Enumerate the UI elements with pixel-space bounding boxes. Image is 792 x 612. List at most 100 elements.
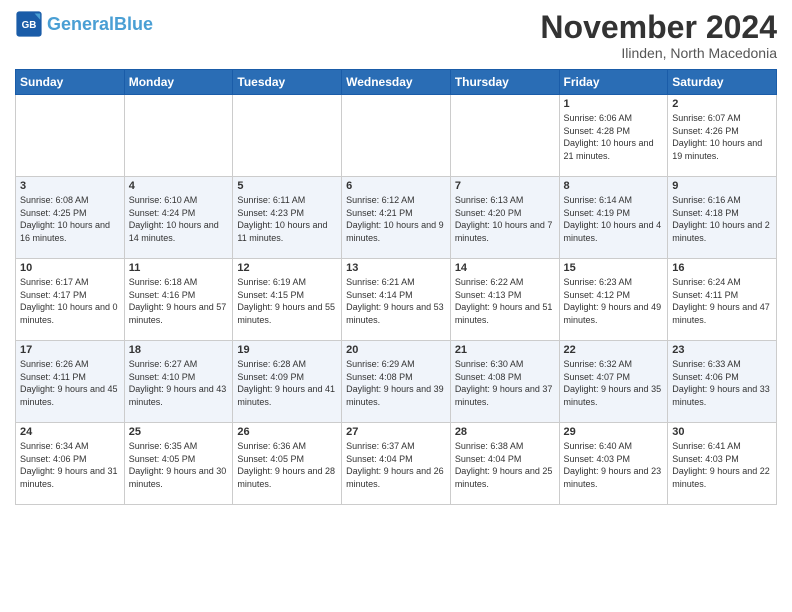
table-row: 9 Sunrise: 6:16 AMSunset: 4:18 PMDaylight… — [668, 177, 777, 259]
day-number: 3 — [20, 180, 120, 192]
day-number: 26 — [237, 426, 337, 438]
header: GB GeneralBlue November 2024 Ilinden, No… — [15, 10, 777, 61]
table-row: 4 Sunrise: 6:10 AMSunset: 4:24 PMDaylight… — [124, 177, 233, 259]
day-number: 10 — [20, 262, 120, 274]
table-row: 27Sunrise: 6:37 AMSunset: 4:04 PMDayligh… — [342, 423, 451, 505]
day-info: Sunrise: 6:37 AMSunset: 4:04 PMDaylight:… — [346, 440, 446, 490]
day-number: 6 — [346, 180, 446, 192]
day-number: 4 — [129, 180, 229, 192]
day-info: Sunrise: 6:08 AMSunset: 4:25 PMDaylight:… — [20, 194, 120, 244]
table-row: 11 Sunrise: 6:18 AMSunset: 4:16 PMDayligh… — [124, 259, 233, 341]
day-number: 23 — [672, 344, 772, 356]
day-number: 11 — [129, 262, 229, 274]
day-info: Sunrise: 6:19 AMSunset: 4:15 PMDaylight:… — [237, 276, 337, 326]
logo-blue: Blue — [114, 14, 153, 34]
table-row: 7Sunrise: 6:13 AMSunset: 4:20 PMDaylight… — [450, 177, 559, 259]
day-info: Sunrise: 6:26 AMSunset: 4:11 PMDaylight:… — [20, 358, 120, 408]
day-number: 24 — [20, 426, 120, 438]
day-number: 25 — [129, 426, 229, 438]
day-info: Sunrise: 6:34 AMSunset: 4:06 PMDaylight:… — [20, 440, 120, 490]
table-row: 21Sunrise: 6:30 AMSunset: 4:08 PMDayligh… — [450, 341, 559, 423]
day-info: Sunrise: 6:22 AMSunset: 4:13 PMDaylight:… — [455, 276, 555, 326]
day-info: Sunrise: 6:29 AMSunset: 4:08 PMDaylight:… — [346, 358, 446, 408]
table-row: 12 Sunrise: 6:19 AMSunset: 4:15 PMDayligh… — [233, 259, 342, 341]
day-number: 30 — [672, 426, 772, 438]
day-info: Sunrise: 6:10 AMSunset: 4:24 PMDaylight:… — [129, 194, 229, 244]
table-row: 16 Sunrise: 6:24 AMSunset: 4:11 PMDayligh… — [668, 259, 777, 341]
day-info: Sunrise: 6:38 AMSunset: 4:04 PMDaylight:… — [455, 440, 555, 490]
table-row — [233, 95, 342, 177]
calendar: Sunday Monday Tuesday Wednesday Thursday… — [15, 69, 777, 505]
calendar-week-2: 3 Sunrise: 6:08 AMSunset: 4:25 PMDaylight… — [16, 177, 777, 259]
day-number: 18 — [129, 344, 229, 356]
day-number: 2 — [672, 98, 772, 110]
day-info: Sunrise: 6:35 AMSunset: 4:05 PMDaylight:… — [129, 440, 229, 490]
day-info: Sunrise: 6:41 AMSunset: 4:03 PMDaylight:… — [672, 440, 772, 490]
day-info: Sunrise: 6:13 AMSunset: 4:20 PMDaylight:… — [455, 194, 555, 244]
table-row: 20 Sunrise: 6:29 AMSunset: 4:08 PMDayligh… — [342, 341, 451, 423]
svg-text:GB: GB — [22, 20, 37, 31]
calendar-header-row: Sunday Monday Tuesday Wednesday Thursday… — [16, 70, 777, 95]
calendar-week-5: 24 Sunrise: 6:34 AMSunset: 4:06 PMDayligh… — [16, 423, 777, 505]
col-sunday: Sunday — [16, 70, 125, 95]
day-number: 5 — [237, 180, 337, 192]
table-row: 15 Sunrise: 6:23 AMSunset: 4:12 PMDayligh… — [559, 259, 668, 341]
title-block: November 2024 Ilinden, North Macedonia — [540, 10, 777, 61]
table-row: 2Sunrise: 6:07 AMSunset: 4:26 PMDaylight… — [668, 95, 777, 177]
day-info: Sunrise: 6:17 AMSunset: 4:17 PMDaylight:… — [20, 276, 120, 326]
col-wednesday: Wednesday — [342, 70, 451, 95]
col-thursday: Thursday — [450, 70, 559, 95]
day-number: 19 — [237, 344, 337, 356]
day-number: 29 — [564, 426, 664, 438]
logo-icon: GB — [15, 10, 43, 38]
day-info: Sunrise: 6:28 AMSunset: 4:09 PMDaylight:… — [237, 358, 337, 408]
day-number: 16 — [672, 262, 772, 274]
day-number: 8 — [564, 180, 664, 192]
day-info: Sunrise: 6:14 AMSunset: 4:19 PMDaylight:… — [564, 194, 664, 244]
table-row — [342, 95, 451, 177]
day-number: 21 — [455, 344, 555, 356]
table-row: 24 Sunrise: 6:34 AMSunset: 4:06 PMDayligh… — [16, 423, 125, 505]
table-row: 26 Sunrise: 6:36 AMSunset: 4:05 PMDayligh… — [233, 423, 342, 505]
col-saturday: Saturday — [668, 70, 777, 95]
table-row: 6 Sunrise: 6:12 AMSunset: 4:21 PMDaylight… — [342, 177, 451, 259]
calendar-week-1: 1Sunrise: 6:06 AMSunset: 4:28 PMDaylight… — [16, 95, 777, 177]
day-number: 14 — [455, 262, 555, 274]
day-info: Sunrise: 6:23 AMSunset: 4:12 PMDaylight:… — [564, 276, 664, 326]
day-number: 13 — [346, 262, 446, 274]
day-number: 15 — [564, 262, 664, 274]
table-row: 29 Sunrise: 6:40 AMSunset: 4:03 PMDayligh… — [559, 423, 668, 505]
day-info: Sunrise: 6:21 AMSunset: 4:14 PMDaylight:… — [346, 276, 446, 326]
page: GB GeneralBlue November 2024 Ilinden, No… — [0, 0, 792, 612]
day-info: Sunrise: 6:12 AMSunset: 4:21 PMDaylight:… — [346, 194, 446, 244]
table-row: 5Sunrise: 6:11 AMSunset: 4:23 PMDaylight… — [233, 177, 342, 259]
logo: GB GeneralBlue — [15, 10, 153, 38]
table-row: 8 Sunrise: 6:14 AMSunset: 4:19 PMDaylight… — [559, 177, 668, 259]
day-number: 9 — [672, 180, 772, 192]
table-row: 23Sunrise: 6:33 AMSunset: 4:06 PMDayligh… — [668, 341, 777, 423]
day-number: 17 — [20, 344, 120, 356]
day-number: 28 — [455, 426, 555, 438]
month-title: November 2024 — [540, 10, 777, 45]
calendar-week-3: 10 Sunrise: 6:17 AMSunset: 4:17 PMDayligh… — [16, 259, 777, 341]
day-number: 12 — [237, 262, 337, 274]
table-row — [450, 95, 559, 177]
table-row — [124, 95, 233, 177]
table-row: 22Sunrise: 6:32 AMSunset: 4:07 PMDayligh… — [559, 341, 668, 423]
day-info: Sunrise: 6:40 AMSunset: 4:03 PMDaylight:… — [564, 440, 664, 490]
day-number: 20 — [346, 344, 446, 356]
col-monday: Monday — [124, 70, 233, 95]
table-row: 10 Sunrise: 6:17 AMSunset: 4:17 PMDayligh… — [16, 259, 125, 341]
col-friday: Friday — [559, 70, 668, 95]
table-row: 18 Sunrise: 6:27 AMSunset: 4:10 PMDayligh… — [124, 341, 233, 423]
logo-text: GeneralBlue — [47, 15, 153, 33]
day-info: Sunrise: 6:16 AMSunset: 4:18 PMDaylight:… — [672, 194, 772, 244]
day-info: Sunrise: 6:27 AMSunset: 4:10 PMDaylight:… — [129, 358, 229, 408]
day-info: Sunrise: 6:24 AMSunset: 4:11 PMDaylight:… — [672, 276, 772, 326]
table-row: 28 Sunrise: 6:38 AMSunset: 4:04 PMDayligh… — [450, 423, 559, 505]
day-info: Sunrise: 6:18 AMSunset: 4:16 PMDaylight:… — [129, 276, 229, 326]
day-info: Sunrise: 6:36 AMSunset: 4:05 PMDaylight:… — [237, 440, 337, 490]
day-number: 1 — [564, 98, 664, 110]
table-row: 13 Sunrise: 6:21 AMSunset: 4:14 PMDayligh… — [342, 259, 451, 341]
table-row: 25 Sunrise: 6:35 AMSunset: 4:05 PMDayligh… — [124, 423, 233, 505]
